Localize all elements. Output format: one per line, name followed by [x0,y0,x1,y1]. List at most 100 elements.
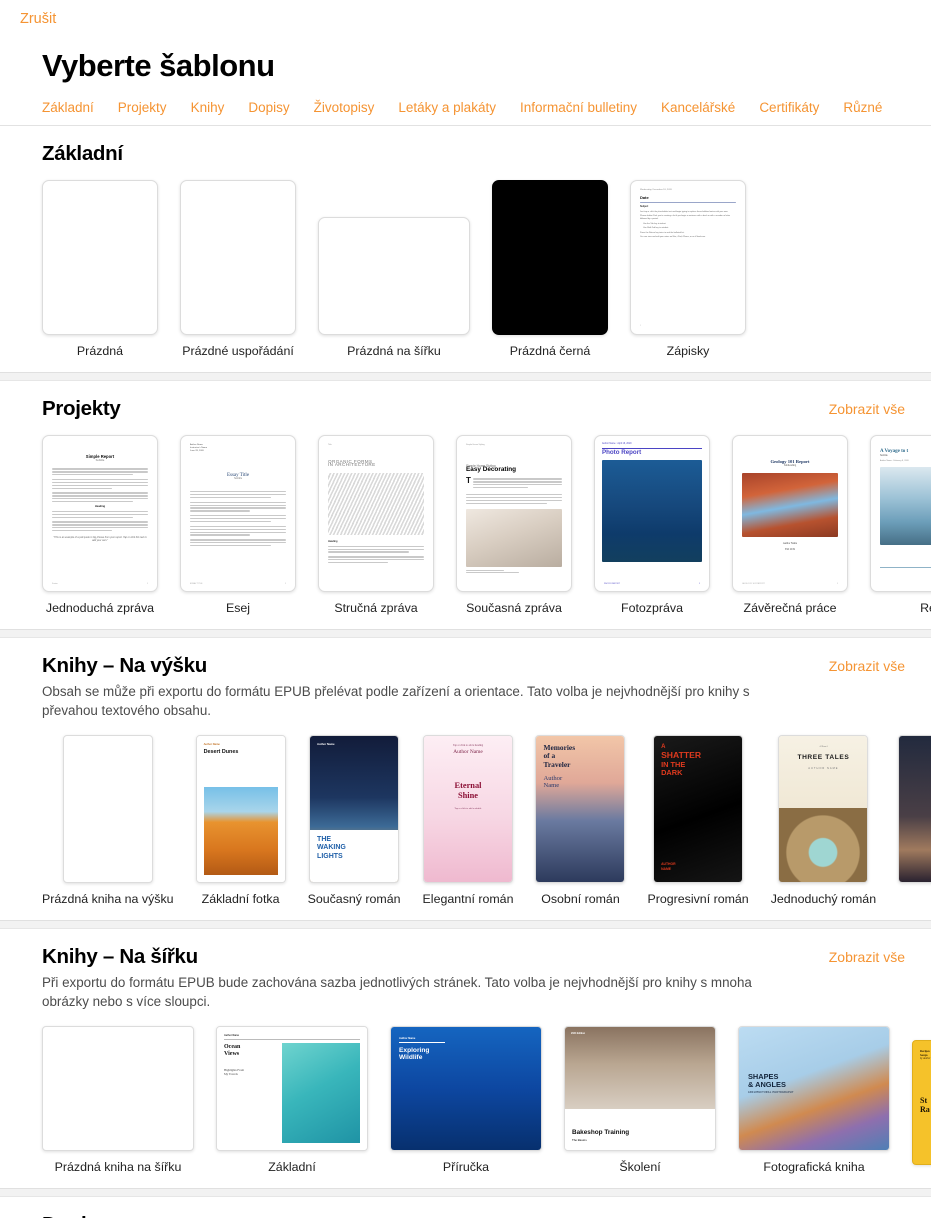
cover-title-line2: Shine [457,790,479,800]
template-thumbnail[interactable]: Author Name Desert Dunes [195,734,286,883]
section-title: Projekty [42,397,121,420]
template-label: Re [920,601,931,615]
tab-projekty[interactable]: Projekty [118,100,167,115]
cover-author-line1: Author [543,774,563,782]
category-tabbar[interactable]: Základní Projekty Knihy Dopisy Životopis… [0,84,931,125]
doc-footer-left: ESSAY TITLE [190,583,203,586]
see-all-button[interactable]: Zobrazit vše [829,654,905,674]
cover-title-line1: St [920,1095,928,1105]
doc-eyebrow: Title [328,444,332,446]
template-thumbnail[interactable]: Title ORGANIC FORMS IN ARCHITECTURE Head… [318,435,434,592]
template-card-partial-m[interactable]: M [898,734,931,906]
section-knihy-na-vysku: Knihy – Na výšku Zobrazit vše Obsah se m… [0,638,931,920]
template-card-jednoduchy-roman[interactable]: A Novel THREE TALES AUTHOR NAME Jednoduc… [770,734,877,906]
notes-bullet: Use the Tab key to indent. [643,222,667,225]
template-thumbnail[interactable]: Author Name Ocean Views Highlights From … [216,1025,368,1151]
template-thumbnail[interactable]: A SHATTER IN THE DARK AUTHOR NAME [653,734,744,883]
template-thumbnail[interactable]: Author Name THE WAKING LIGHTS [309,734,400,883]
cover-title-line4: DARK [661,768,683,778]
template-card-soucasna-zprava[interactable]: Simple Home Styling Simple Home Styling … [456,435,572,615]
book-cover [899,735,931,882]
template-thumbnail[interactable]: Recipes Soups by Author St Ra [912,1039,931,1165]
book-cover: Author Name THE WAKING LIGHTS [310,735,399,882]
section-header: Dopisy Zobrazit vše [0,1197,931,1218]
section-title: Dopisy [42,1213,109,1218]
cancel-button[interactable]: Zrušit [20,11,56,27]
template-card-fotograficka-kniha[interactable]: SHAPES & ANGLES ARCHITECTURAL PHOTOGRAPH… [738,1025,890,1174]
template-card-progresivni-roman[interactable]: A SHATTER IN THE DARK AUTHOR NAME Progre… [647,734,749,906]
doc-title-line2: IN ARCHITECTURE [328,461,376,467]
doc-title: A Voyage to t [880,449,909,454]
template-thumbnail[interactable]: Wednesday, December 18, 2019 Date Subjec… [630,180,746,335]
doc-image-canyon [742,472,838,537]
doc-footer-right: 1 [146,583,148,586]
template-label: Příručka [442,1159,490,1174]
template-scroll-area[interactable]: Základní Prázdná Prázdné uspořádání Práz… [0,126,931,1218]
template-card-zakladni[interactable]: Author Name Ocean Views Highlights From … [216,1025,368,1174]
tab-ruzne[interactable]: Různé [843,100,882,115]
template-thumbnail[interactable] [318,217,470,335]
template-label: Základní fotka [201,891,280,906]
notes-subhead: Subject [640,205,649,208]
tab-zakladni[interactable]: Základní [42,100,94,115]
template-card-zakladni-fotka[interactable]: Author Name Desert Dunes Základní fotka [195,734,286,906]
thumbnail-document-preview: Simple Report Subtitle Heading "This is … [43,436,157,585]
tab-knihy[interactable]: Knihy [191,100,225,115]
template-card-prazdna-na-sirku[interactable]: Prázdná na šířku [318,217,470,358]
template-label: Progresivní román [647,891,749,906]
tab-kancelarske[interactable]: Kancelářské [661,100,735,115]
template-thumbnail[interactable] [898,734,931,883]
template-card-reportaz-partial[interactable]: A Voyage to t Subtitle Author Name : Feb… [870,435,931,615]
see-all-button[interactable]: Zobrazit vše [829,397,905,417]
template-thumbnail[interactable]: Memories of a Traveler Author Name [535,734,626,883]
see-all-button[interactable]: Zobrazit vše [829,1213,905,1218]
template-thumbnail[interactable] [180,180,296,335]
template-card-elegantni-roman[interactable]: Tap or click to add a heading Author Nam… [423,734,513,906]
tab-dopisy[interactable]: Dopisy [248,100,289,115]
template-thumbnail[interactable]: A Voyage to t Subtitle Author Name : Feb… [870,435,931,592]
doc-footer: ESSAY TITLE 1 [190,583,286,586]
doc-subtitle: Subtitle [95,459,105,463]
template-card-strucna-zprava[interactable]: Title ORGANIC FORMS IN ARCHITECTURE Head… [318,435,434,615]
see-all-button[interactable]: Zobrazit vše [829,945,905,965]
template-card-esej[interactable]: Author Name Instructor's Name June 28, 2… [180,435,296,615]
template-card-prazdna-kniha-na-sirku[interactable]: Prázdná kniha na šířku [42,1025,194,1174]
template-thumbnail[interactable]: Tap or click to add a heading Author Nam… [423,734,513,883]
template-thumbnail[interactable]: Author Name : April 16, 2020 Photo Repor… [594,435,710,592]
template-card-prazdna-cerna[interactable]: Prázdná černá [492,180,608,358]
template-card-prazdna-kniha-na-vysku[interactable]: Prázdná kniha na výšku [42,734,174,906]
template-thumbnail[interactable]: 2024 Edition Bakeshop Training The Basic… [564,1025,716,1151]
template-thumbnail[interactable]: Author Name Exploring Wildlife [390,1025,542,1151]
template-thumbnail[interactable]: A Novel THREE TALES AUTHOR NAME [778,734,869,883]
template-card-recipe-partial[interactable]: Recipes Soups by Author St Ra [912,1039,931,1174]
tab-zivotopisy[interactable]: Životopisy [314,100,375,115]
template-card-osobni-roman[interactable]: Memories of a Traveler Author Name Osobn… [535,734,626,906]
template-thumbnail[interactable] [42,180,158,335]
template-thumbnail[interactable]: SHAPES & ANGLES ARCHITECTURAL PHOTOGRAPH… [738,1025,890,1151]
template-card-jednoducha-zprava[interactable]: Simple Report Subtitle Heading "This is … [42,435,158,615]
tab-letaky-a-plakaty[interactable]: Letáky a plakáty [398,100,496,115]
template-thumbnail[interactable]: Simple Report Subtitle Heading "This is … [42,435,158,592]
tab-informacni-bulletiny[interactable]: Informační bulletiny [520,100,637,115]
template-card-soucasny-roman[interactable]: Author Name THE WAKING LIGHTS Současný r… [308,734,401,906]
template-thumbnail[interactable]: Geology 101 Report Subheading Author Nam… [732,435,848,592]
template-card-zaverecna-prace[interactable]: Geology 101 Report Subheading Author Nam… [732,435,848,615]
template-thumbnail[interactable]: Simple Home Styling Simple Home Styling … [456,435,572,592]
section-divider [0,1187,931,1197]
template-card-zapisky[interactable]: Wednesday, December 18, 2019 Date Subjec… [630,180,746,358]
template-label: Současná zpráva [466,601,562,615]
template-thumbnail[interactable] [62,734,153,883]
template-label: Jednoduchý román [770,891,877,906]
template-card-prazdna[interactable]: Prázdná [42,180,158,358]
doc-image-iceberg [880,466,931,545]
template-thumbnail[interactable] [492,180,608,335]
template-row: Prázdná kniha na šířku Author Name Ocean… [0,1012,931,1174]
template-card-prazdne-usporadani[interactable]: Prázdné uspořádání [180,180,296,358]
template-card-prirucka[interactable]: Author Name Exploring Wildlife Příručka [390,1025,542,1174]
tab-certifikaty[interactable]: Certifikáty [759,100,819,115]
cover-footnote: Tap or click to add a subtitle [454,806,482,810]
template-thumbnail[interactable] [42,1025,194,1151]
template-thumbnail[interactable]: Author Name Instructor's Name June 28, 2… [180,435,296,592]
template-card-fotozprava[interactable]: Author Name : April 16, 2020 Photo Repor… [594,435,710,615]
template-card-skoleni[interactable]: 2024 Edition Bakeshop Training The Basic… [564,1025,716,1174]
